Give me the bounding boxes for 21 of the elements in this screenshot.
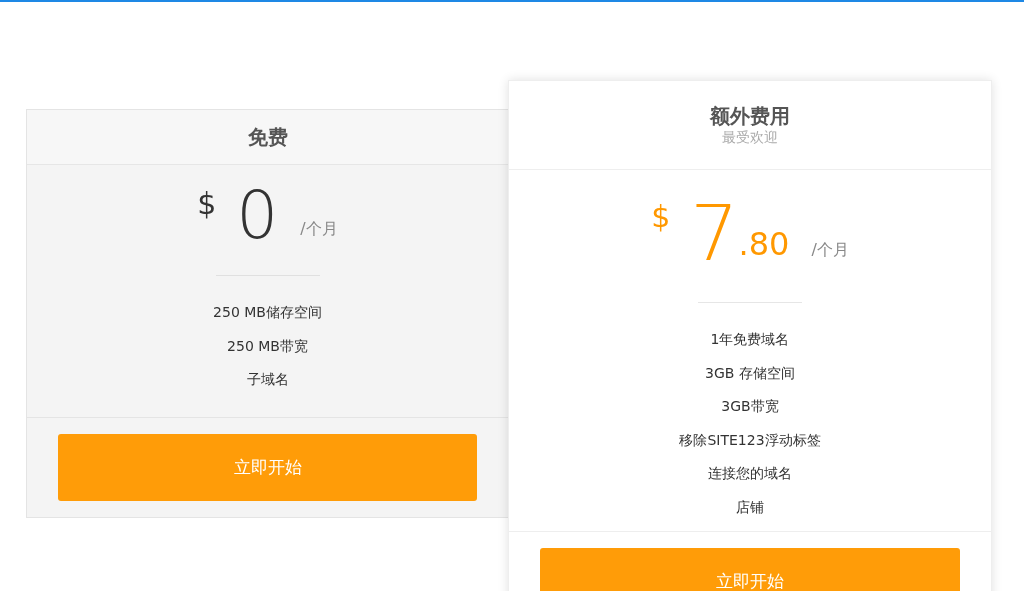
feature-item: 连接您的域名 [708,464,792,483]
plan-subtitle: 最受欢迎 [722,128,778,147]
feature-item: 250 MB带宽 [227,336,308,356]
feature-item: 店铺 [736,497,764,517]
feature-item: 3GB 存储空间 [705,363,795,383]
plan-title: 额外费用 [710,103,790,129]
billing-period: /个月 [300,221,338,237]
price-amount: 7 [690,196,739,272]
price-amount: 0 [236,183,279,249]
feature-item: 子域名 [246,370,289,389]
billing-period: /个月 [811,242,849,258]
currency-symbol: $ [197,189,217,219]
feature-item: 250 MB储存空间 [213,303,322,322]
currency-symbol: $ [651,202,671,232]
feature-item: 移除SITE123浮动标签 [679,430,821,450]
start-button[interactable]: 立即开始 [540,548,960,591]
plan-title: 免费 [247,124,288,150]
start-button[interactable]: 立即开始 [58,434,477,501]
feature-item: 1年免费域名 [710,330,790,349]
price-cents: .80 [738,228,790,260]
feature-item: 3GB带宽 [721,397,779,416]
